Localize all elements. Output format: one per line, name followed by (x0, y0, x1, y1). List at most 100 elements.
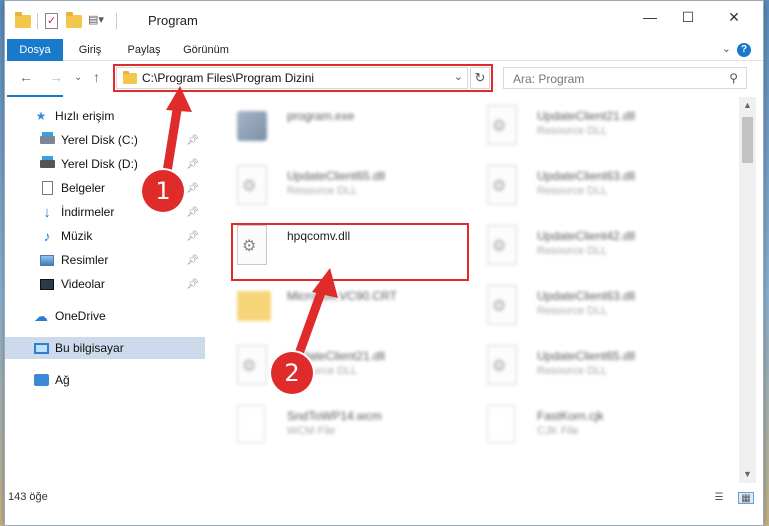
help-icon[interactable]: ? (737, 43, 751, 57)
dll-icon (487, 345, 521, 387)
tab-share[interactable]: Paylaş (117, 39, 171, 61)
step-badge-1: 1 (142, 170, 184, 212)
maximize-button[interactable]: ☐ (665, 1, 711, 33)
ribbon-tabs: Dosya Giriş Paylaş Görünüm ⌄ ? (5, 39, 763, 99)
list-item[interactable]: FastKorn.cjk CJK File (475, 397, 715, 457)
file-name: UpdateClient63.dll (537, 169, 636, 183)
file-type: Resource DLL (537, 185, 608, 197)
sidebar-item-onedrive[interactable]: ☁ OneDrive (5, 305, 205, 327)
folder-icon (15, 12, 31, 29)
list-item[interactable]: UpdateClient42.dll Resource DLL (475, 217, 715, 277)
documents-icon (39, 181, 55, 195)
file-type: CJK File (537, 425, 579, 437)
list-item[interactable]: SndToWP14.wcm WCM File (225, 397, 465, 457)
chevron-down-icon[interactable]: ⌄ (722, 42, 731, 55)
close-button[interactable]: ✕ (711, 1, 757, 33)
sidebar-item-label: İndirmeler (61, 205, 115, 219)
list-item[interactable]: UpdateClient63.dll Resource DLL (475, 277, 715, 337)
search-placeholder: Ara: Program (513, 72, 585, 86)
sidebar-item-videos[interactable]: Videolar 📌︎ (5, 273, 205, 295)
list-item[interactable]: Microsoft.VC90.CRT (225, 277, 465, 337)
computer-icon (33, 341, 49, 355)
scroll-up-arrow-icon[interactable]: ▲ (739, 97, 756, 114)
sidebar-item-quick-access[interactable]: ★ Hızlı erişim (5, 105, 205, 127)
pin-icon[interactable]: 📌︎ (186, 159, 199, 170)
navigation-pane: ★ Hızlı erişim Yerel Disk (C:) 📌︎ Yerel … (5, 97, 205, 483)
file-name: program.exe (287, 109, 355, 123)
videos-icon (39, 277, 55, 291)
file-type: Resource DLL (287, 185, 358, 197)
sidebar-item-disk-d[interactable]: Yerel Disk (D:) 📌︎ (5, 153, 205, 175)
customize-toolbar-icon[interactable]: ▤▾ (88, 13, 104, 29)
pin-icon[interactable]: 📌︎ (186, 255, 199, 266)
tiles-view-icon[interactable]: ▦ (738, 492, 754, 504)
list-item[interactable]: UpdateClient65.dll Resource DLL (225, 157, 465, 217)
sidebar-item-label: Müzik (61, 229, 93, 243)
list-item[interactable]: UpdateClient21.dll Resource DLL (225, 337, 465, 397)
sidebar-item-label: Videolar (61, 277, 105, 291)
file-name: FastKorn.cjk (537, 409, 604, 423)
sidebar-item-network[interactable]: Ağ (5, 369, 205, 391)
properties-icon[interactable] (44, 13, 60, 29)
new-folder-icon[interactable] (66, 12, 82, 29)
exe-icon (237, 105, 271, 147)
sidebar-item-label: Resimler (61, 253, 109, 267)
list-item[interactable]: UpdateClient65.dll Resource DLL (475, 337, 715, 397)
dll-icon (487, 225, 521, 267)
file-name: Microsoft.VC90.CRT (287, 289, 397, 303)
item-count: 143 öğe (8, 491, 48, 503)
file-icon (237, 405, 271, 447)
sidebar-item-disk-c[interactable]: Yerel Disk (C:) 📌︎ (5, 129, 205, 151)
dll-icon (487, 165, 521, 207)
pin-icon[interactable]: 📌︎ (186, 135, 199, 146)
scroll-down-arrow-icon[interactable]: ▼ (739, 466, 756, 483)
pin-icon[interactable]: 📌︎ (186, 279, 199, 290)
file-type: Resource DLL (537, 245, 608, 257)
sidebar-item-label: Ağ (55, 373, 70, 387)
sidebar-item-music[interactable]: ♪ Müzik 📌︎ (5, 225, 205, 247)
explorer-window: ▤▾ Program — ☐ ✕ Dosya Giriş Paylaş Görü… (4, 0, 764, 526)
file-name: UpdateClient42.dll (537, 229, 636, 243)
back-arrow-icon[interactable]: ← (19, 69, 33, 85)
file-type: Resource DLL (537, 365, 608, 377)
file-name: UpdateClient21.dll (537, 109, 636, 123)
dll-icon (487, 105, 521, 147)
vertical-scrollbar[interactable]: ▲ ▼ (739, 97, 756, 483)
sidebar-item-label: Yerel Disk (C:) (61, 133, 138, 147)
sidebar-item-label: Hızlı erişim (55, 109, 115, 123)
sidebar-item-pictures[interactable]: Resimler 📌︎ (5, 249, 205, 271)
title-bar: ▤▾ Program — ☐ ✕ (5, 1, 763, 39)
music-icon: ♪ (43, 228, 51, 244)
sidebar-item-label: Bu bilgisayar (55, 341, 124, 355)
pin-icon[interactable]: 📌︎ (186, 183, 199, 194)
search-input[interactable]: Ara: Program ⚲ (503, 67, 747, 89)
pin-icon[interactable]: 📌︎ (186, 231, 199, 242)
details-view-icon[interactable]: ☰ (711, 492, 727, 504)
file-name: UpdateClient63.dll (537, 289, 636, 303)
sidebar-item-label: Yerel Disk (D:) (61, 157, 138, 171)
dll-icon (487, 285, 521, 327)
network-icon (33, 373, 49, 387)
pin-icon[interactable]: 📌︎ (186, 207, 199, 218)
sidebar-item-this-pc[interactable]: Bu bilgisayar (5, 337, 205, 359)
list-item[interactable]: UpdateClient21.dll Resource DLL (475, 97, 715, 157)
list-item[interactable]: UpdateClient63.dll Resource DLL (475, 157, 715, 217)
step-badge-2: 2 (271, 352, 313, 394)
file-name: SndToWP14.wcm (287, 409, 382, 423)
forward-arrow-icon[interactable]: → (49, 69, 63, 85)
sidebar-item-label: OneDrive (55, 309, 106, 323)
star-icon: ★ (35, 109, 47, 123)
tab-view[interactable]: Görünüm (173, 39, 239, 61)
recent-chevron-icon[interactable]: ⌄ (74, 72, 82, 83)
folder-icon (237, 285, 271, 327)
drive-icon (39, 132, 55, 147)
navigation-bar: ← → ⌄ ↑ C:\Program Files\Program Dizini … (5, 61, 763, 95)
scroll-thumb[interactable] (742, 117, 753, 163)
file-name: UpdateClient65.dll (287, 169, 386, 183)
search-icon: ⚲ (729, 71, 738, 85)
file-type: Resource DLL (537, 125, 608, 137)
tab-home[interactable]: Giriş (65, 39, 115, 61)
list-item[interactable]: program.exe (225, 97, 465, 157)
file-list: program.exe UpdateClient21.dll Resource … (215, 97, 739, 483)
up-arrow-icon[interactable]: ↑ (93, 69, 100, 85)
